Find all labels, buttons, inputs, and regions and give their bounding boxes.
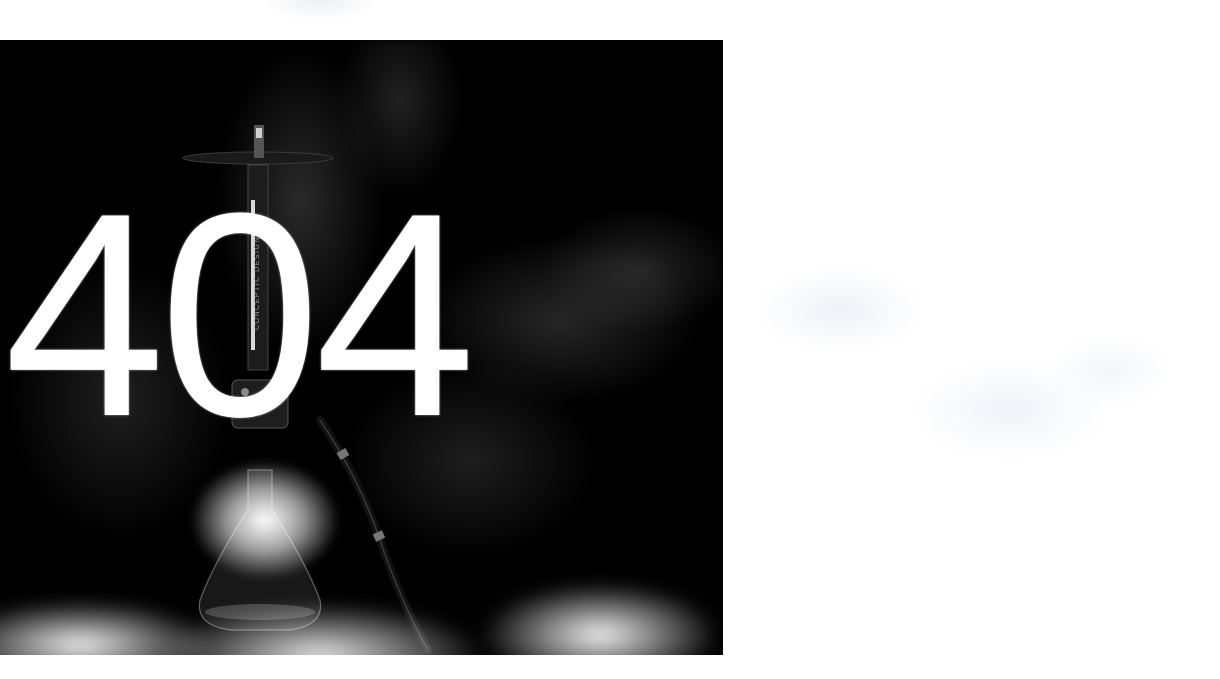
- smoke-cloud: [0, 565, 723, 655]
- light-glow: [190, 460, 340, 580]
- error-code: 404: [4, 153, 476, 477]
- error-page: 404 CONCEPTIC DESIGN: [0, 0, 1220, 679]
- brand-label: CONCEPTIC DESIGN: [254, 235, 261, 330]
- smoke-haze: [260, 0, 380, 20]
- smoke-decoration: [720, 220, 1180, 500]
